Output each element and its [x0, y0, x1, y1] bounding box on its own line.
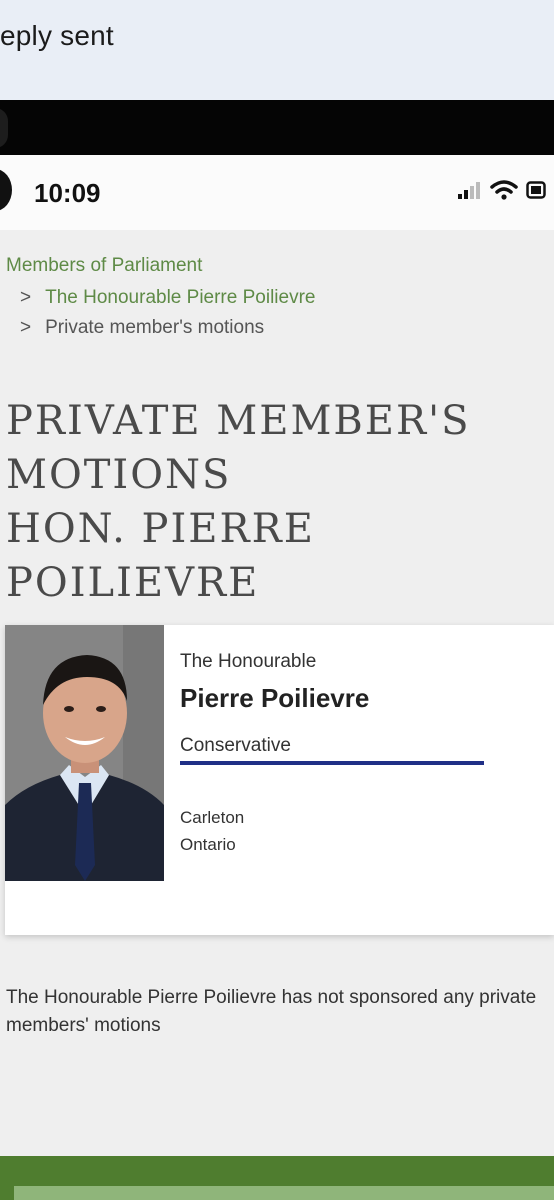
member-name[interactable]: Pierre Poilievre	[180, 683, 369, 714]
footer-band	[0, 1156, 554, 1200]
breadcrumb-item-current: > Private member's motions	[20, 317, 264, 339]
breadcrumb-members-of-parliament[interactable]: Members of Parliament	[6, 255, 202, 277]
status-time: 10:09	[34, 178, 101, 208]
member-province: Ontario	[180, 835, 236, 854]
reply-status-text: eply sent	[0, 20, 114, 51]
no-motions-message: The Honourable Pierre Poilievre has not …	[6, 987, 537, 1036]
reply-banner: eply sent	[0, 0, 554, 100]
member-honorific: The Honourable	[180, 651, 317, 672]
page-title-line: MOTIONS	[6, 452, 232, 498]
breadcrumb-current-label: Private member's motions	[45, 317, 265, 338]
chevron-right-icon: >	[20, 317, 32, 338]
portrait-illustration	[5, 625, 164, 881]
page-title-line: PRIVATE MEMBER'S	[6, 398, 471, 444]
breadcrumb-item-mp[interactable]: > The Honourable Pierre Poilievre	[20, 287, 315, 309]
page-title-line: HON. PIERRE	[6, 506, 315, 552]
member-riding: Carleton	[180, 808, 245, 827]
footer-inner-bar	[14, 1186, 554, 1200]
band-edge-shape	[0, 108, 8, 148]
breadcrumb-mp-link[interactable]: The Honourable Pierre Poilievre	[45, 287, 315, 308]
chevron-right-icon: >	[20, 287, 32, 308]
battery-icon	[526, 181, 546, 199]
member-photo	[5, 625, 164, 881]
party-color-bar	[180, 761, 484, 765]
member-party: Conservative	[180, 735, 291, 756]
signal-icon	[458, 182, 480, 199]
member-card: The Honourable Pierre Poilievre Conserva…	[5, 625, 554, 935]
page-title-line: POILIEVRE	[6, 560, 260, 606]
wifi-icon	[490, 180, 518, 200]
breadcrumb: Members of Parliament > The Honourable Pi…	[6, 255, 315, 338]
page-title: PRIVATE MEMBER'S MOTIONS HON. PIERRE POI…	[6, 394, 551, 610]
camera-dot	[0, 169, 12, 211]
screenshot-top-band	[0, 100, 554, 155]
phone-status-bar: 10:09	[0, 155, 554, 230]
